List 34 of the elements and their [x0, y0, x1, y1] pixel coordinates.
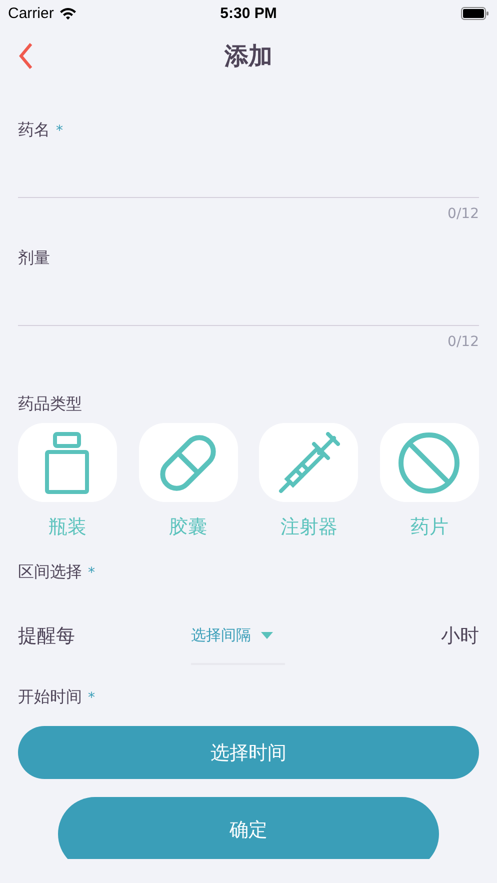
tablet-icon: [397, 430, 462, 494]
medicine-type-label: 瓶装: [48, 515, 86, 540]
required-mark: *: [88, 690, 95, 706]
medicine-type-label: 胶囊: [169, 515, 208, 540]
medicine-type-label: 药片: [410, 515, 448, 540]
page-title: 添加: [224, 41, 272, 72]
wifi-icon: [58, 6, 77, 20]
required-mark: *: [88, 565, 95, 581]
medicine-type-button[interactable]: [138, 423, 238, 502]
required-mark: *: [56, 123, 63, 139]
section-label: 药品类型: [18, 394, 82, 413]
interval-dropdown[interactable]: 选择间隔: [191, 607, 285, 665]
section-label: 区间选择: [18, 562, 82, 583]
carrier-name: Carrier: [8, 4, 54, 22]
back-button[interactable]: [18, 42, 34, 70]
field-label: 药名: [18, 120, 50, 141]
interval-prefix: 提醒每: [18, 624, 75, 649]
medicine-type-button[interactable]: [18, 423, 117, 502]
dropdown-arrow-icon: [261, 632, 273, 638]
confirm-button[interactable]: 确定: [58, 797, 439, 859]
syringe-icon: [278, 432, 340, 494]
chevron-left-icon: [18, 42, 34, 70]
character-counter: 0/12: [448, 334, 479, 352]
character-counter: 0/12: [448, 206, 479, 224]
medicine-type-button[interactable]: [259, 423, 358, 502]
medicine-type-button[interactable]: [380, 423, 479, 502]
section-label: 开始时间: [18, 687, 82, 708]
medicine-type-label: 注射器: [280, 515, 338, 540]
status-time: 5:30 PM: [220, 4, 277, 22]
battery-icon: [461, 6, 489, 20]
select-time-button[interactable]: 选择时间: [18, 726, 479, 779]
bottle-icon: [44, 432, 90, 494]
interval-unit: 小时: [441, 624, 479, 649]
field-label: 剂量: [18, 248, 50, 269]
